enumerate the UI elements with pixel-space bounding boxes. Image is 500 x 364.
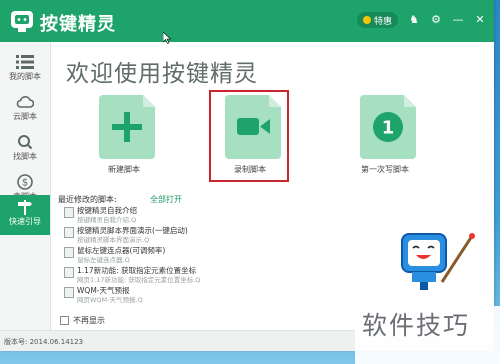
search-icon (18, 135, 33, 150)
sidebar-item-find-scripts[interactable]: 找脚本 (0, 130, 50, 170)
list-item[interactable]: 按键精灵脚本界面演示(一键启动) 按键精灵脚本界面演示.Q (64, 225, 324, 245)
minimize-icon[interactable]: — (452, 12, 464, 28)
close-icon[interactable]: ✕ (474, 12, 486, 28)
file-icon (64, 267, 74, 278)
svg-text:$: $ (22, 178, 28, 189)
file-icon (64, 207, 74, 218)
app-logo-icon (11, 11, 33, 32)
mouse-cursor-icon (163, 32, 171, 44)
svg-text:1: 1 (382, 118, 395, 139)
gear-icon[interactable]: ⚙ (430, 12, 442, 28)
mascot-image (398, 226, 478, 308)
vip-label: 特惠 (373, 16, 392, 27)
vip-badge[interactable]: 特惠 (356, 12, 398, 28)
cloud-icon (16, 96, 34, 108)
title-bar[interactable]: 按键精灵 特惠 ♞ ⚙ — ✕ (0, 0, 494, 44)
list-icon (16, 55, 34, 69)
recent-path: 鼠标左键连点器.Q (77, 256, 130, 264)
sidebar-item-label: 找脚本 (13, 152, 37, 161)
signpost-icon (18, 200, 32, 215)
shirt-icon[interactable]: ♞ (408, 12, 420, 28)
open-all-link[interactable]: 全部打开 (150, 194, 182, 205)
sidebar-item-label: 云脚本 (13, 112, 37, 121)
plus-icon (99, 95, 155, 159)
sidebar-item-label: 快速引导 (9, 217, 41, 226)
recent-heading: 最近修改的脚本: (58, 195, 117, 204)
file-icon (64, 287, 74, 298)
record-script-label: 录制脚本 (234, 165, 266, 174)
new-script-label: 新建脚本 (108, 165, 140, 174)
dont-show-checkbox[interactable] (60, 316, 69, 325)
app-title: 按键精灵 (40, 14, 116, 35)
app-window: 按键精灵 特惠 ♞ ⚙ — ✕ 我的脚本 云脚本 找脚本 $ 快速引导 欢迎使用… (0, 0, 494, 351)
number-one-icon: 1 (360, 95, 416, 159)
recent-path: 按键精灵脚本界面演示.Q (77, 236, 150, 244)
file-icon (64, 227, 74, 238)
watermark-text: 软件技巧 (362, 311, 471, 340)
version-text: 版本号: 2014.06.14123 (4, 338, 84, 346)
recent-path: 网页WQM-天气预报.Q (77, 296, 143, 304)
recent-list: 按键精灵自我介绍 按键精灵自我介绍.Q 按键精灵脚本界面演示(一键启动) 按键精… (64, 205, 324, 305)
sidebar-item-quick-guide[interactable]: 快速引导 (0, 195, 50, 235)
coin-icon (362, 16, 371, 24)
first-script-label: 第一次写脚本 (361, 165, 409, 174)
sidebar: 我的脚本 云脚本 找脚本 $ 卖脚本 (0, 42, 51, 330)
list-item[interactable]: WQM-天气预报 网页WQM-天气预报.Q (64, 285, 324, 305)
sidebar-item-my-scripts[interactable]: 我的脚本 (0, 50, 50, 90)
dont-show-again[interactable]: 不再显示 (60, 315, 105, 326)
recent-path: 按键精灵自我介绍.Q (77, 216, 137, 224)
recent-path: 网页1.17新功能: 获取指定元素位置坐标.Q (77, 276, 201, 284)
sidebar-item-cloud-scripts[interactable]: 云脚本 (0, 90, 50, 130)
list-item[interactable]: 鼠标左键连点器(可调频率) 鼠标左键连点器.Q (64, 245, 324, 265)
first-script-card[interactable]: 1 (345, 95, 425, 175)
sidebar-item-label: 我的脚本 (9, 72, 41, 81)
new-script-card[interactable] (84, 95, 164, 175)
file-icon (64, 247, 74, 258)
dollar-icon: $ (17, 174, 33, 190)
list-item[interactable]: 按键精灵自我介绍 按键精灵自我介绍.Q (64, 205, 324, 225)
welcome-heading: 欢迎使用按键精灵 (66, 61, 258, 87)
list-item[interactable]: 1.17新功能: 获取指定元素位置坐标 网页1.17新功能: 获取指定元素位置坐… (64, 265, 324, 285)
dont-show-label: 不再显示 (73, 316, 105, 325)
title-bar-controls: 特惠 ♞ ⚙ — ✕ (356, 11, 486, 29)
